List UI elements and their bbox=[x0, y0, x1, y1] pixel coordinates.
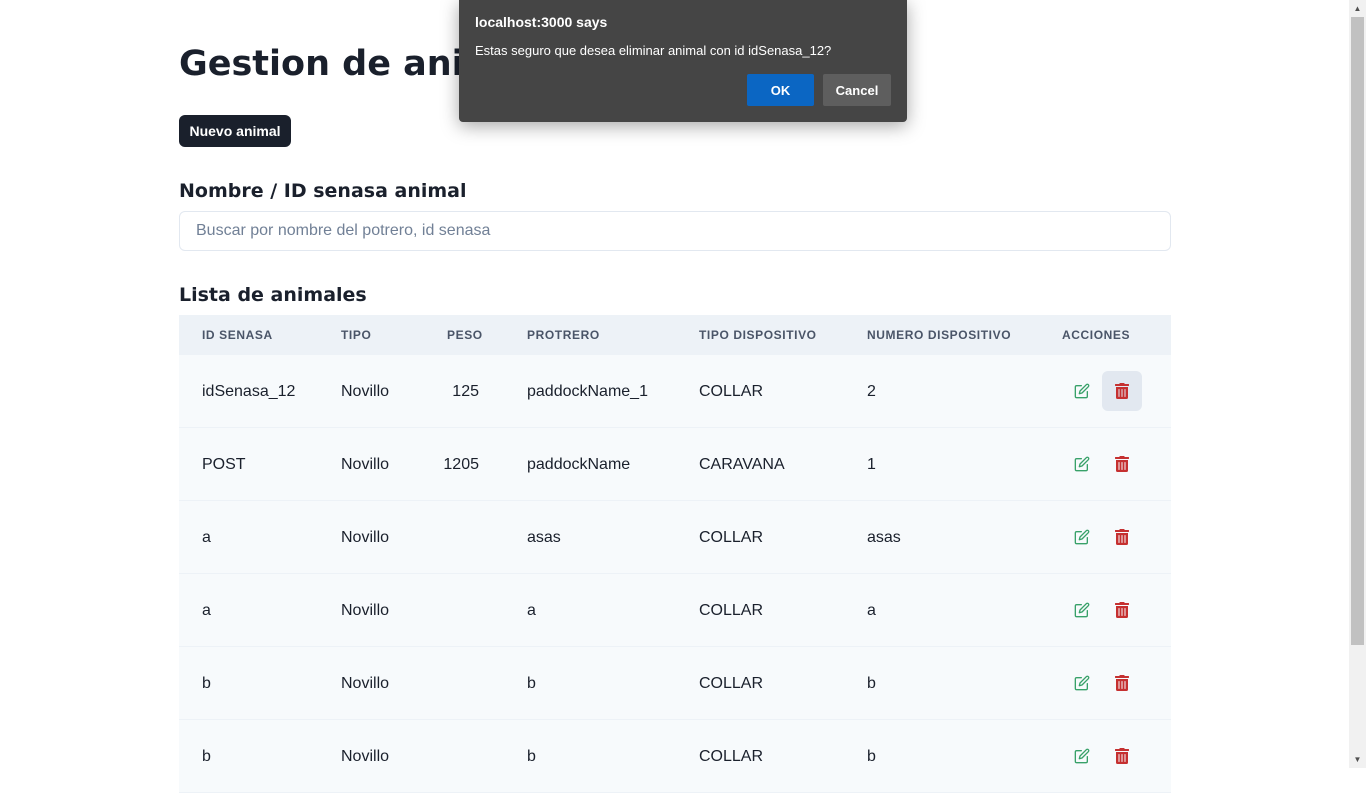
cell-numero-dispositivo: 1 bbox=[867, 456, 876, 473]
cell-id-senasa: b bbox=[202, 675, 211, 692]
delete-button[interactable] bbox=[1102, 590, 1142, 630]
table-body: idSenasa_12 Novillo 125 paddockName_1 COLLAR… bbox=[179, 355, 1171, 793]
edit-button[interactable] bbox=[1062, 736, 1102, 776]
cell-numero-dispositivo: b bbox=[867, 748, 876, 765]
cell-peso: 1205 bbox=[443, 456, 479, 473]
cell-tipo: Novillo bbox=[341, 383, 390, 400]
trash-icon bbox=[1115, 529, 1129, 545]
trash-icon bbox=[1115, 456, 1129, 472]
table-row: idSenasa_12 Novillo 125 paddockName_1 COLLAR… bbox=[179, 355, 1171, 428]
cell-id-senasa: a bbox=[202, 529, 211, 546]
delete-button[interactable] bbox=[1102, 517, 1142, 557]
edit-icon bbox=[1074, 383, 1090, 399]
cell-tipo-dispositivo: COLLAR bbox=[699, 602, 764, 619]
cell-numero-dispositivo: 2 bbox=[867, 383, 876, 400]
dialog-message: Estas seguro que desea eliminar animal c… bbox=[475, 43, 832, 58]
header-id-senasa: ID SENASA bbox=[202, 328, 273, 342]
header-acciones: ACCIONES bbox=[1062, 328, 1131, 342]
table-row: a Novillo a COLLAR a bbox=[179, 574, 1171, 647]
cell-potrero: paddockName_1 bbox=[527, 383, 648, 400]
cell-tipo-dispositivo: COLLAR bbox=[699, 748, 764, 765]
table-row: b Novillo b COLLAR b bbox=[179, 720, 1171, 793]
cell-peso: 125 bbox=[452, 383, 479, 400]
scroll-down-arrow-icon[interactable]: ▼ bbox=[1349, 751, 1366, 768]
cell-tipo: Novillo bbox=[341, 456, 390, 473]
trash-icon bbox=[1115, 602, 1129, 618]
dialog-title: localhost:3000 says bbox=[475, 14, 608, 30]
cell-tipo-dispositivo: COLLAR bbox=[699, 675, 764, 692]
delete-button[interactable] bbox=[1102, 444, 1142, 484]
cell-tipo: Novillo bbox=[341, 529, 390, 546]
trash-icon bbox=[1115, 748, 1129, 764]
table-row: POST Novillo 1205 paddockName CARAVANA 1 bbox=[179, 428, 1171, 501]
cell-numero-dispositivo: a bbox=[867, 602, 876, 619]
cell-numero-dispositivo: asas bbox=[867, 529, 901, 546]
cell-tipo-dispositivo: CARAVANA bbox=[699, 456, 785, 473]
animals-table: ID SENASA TIPO PESO PROTRERO TIPO DISPOS… bbox=[179, 315, 1171, 793]
cell-potrero: b bbox=[527, 675, 536, 692]
table-header: ID SENASA TIPO PESO PROTRERO TIPO DISPOS… bbox=[179, 315, 1171, 355]
cell-numero-dispositivo: b bbox=[867, 675, 876, 692]
edit-icon bbox=[1074, 456, 1090, 472]
edit-icon bbox=[1074, 675, 1090, 691]
cell-id-senasa: a bbox=[202, 602, 211, 619]
edit-button[interactable] bbox=[1062, 444, 1102, 484]
table-row: b Novillo b COLLAR b bbox=[179, 647, 1171, 720]
dialog-ok-button[interactable]: OK bbox=[747, 74, 814, 106]
cell-tipo: Novillo bbox=[341, 675, 390, 692]
cell-potrero: paddockName bbox=[527, 456, 631, 473]
header-tipo: TIPO bbox=[341, 328, 372, 342]
page-scrollbar[interactable]: ▲ ▼ bbox=[1349, 0, 1366, 768]
edit-icon bbox=[1074, 602, 1090, 618]
edit-icon bbox=[1074, 529, 1090, 545]
scroll-thumb[interactable] bbox=[1351, 17, 1364, 645]
search-label: Nombre / ID senasa animal bbox=[179, 180, 467, 202]
header-potrero: PROTRERO bbox=[527, 328, 600, 342]
cell-id-senasa: b bbox=[202, 748, 211, 765]
cell-id-senasa: idSenasa_12 bbox=[202, 383, 296, 400]
edit-icon bbox=[1074, 748, 1090, 764]
list-title: Lista de animales bbox=[179, 284, 367, 306]
trash-icon bbox=[1115, 383, 1129, 399]
edit-button[interactable] bbox=[1062, 590, 1102, 630]
delete-button[interactable] bbox=[1102, 736, 1142, 776]
cell-potrero: b bbox=[527, 748, 536, 765]
table-row: a Novillo asas COLLAR asas bbox=[179, 501, 1171, 574]
cell-tipo-dispositivo: COLLAR bbox=[699, 383, 764, 400]
edit-button[interactable] bbox=[1062, 663, 1102, 703]
confirm-dialog: localhost:3000 says Estas seguro que des… bbox=[459, 0, 907, 122]
cell-id-senasa: POST bbox=[202, 456, 246, 473]
header-peso: PESO bbox=[447, 328, 483, 342]
cell-tipo: Novillo bbox=[341, 748, 390, 765]
header-tipo-dispositivo: TIPO DISPOSITIVO bbox=[699, 328, 817, 342]
delete-button[interactable] bbox=[1102, 663, 1142, 703]
cell-tipo-dispositivo: COLLAR bbox=[699, 529, 764, 546]
cell-potrero: a bbox=[527, 602, 536, 619]
edit-button[interactable] bbox=[1062, 371, 1102, 411]
cell-tipo: Novillo bbox=[341, 602, 390, 619]
trash-icon bbox=[1115, 675, 1129, 691]
cell-potrero: asas bbox=[527, 529, 561, 546]
edit-button[interactable] bbox=[1062, 517, 1102, 557]
new-animal-button[interactable]: Nuevo animal bbox=[179, 115, 291, 147]
scroll-up-arrow-icon[interactable]: ▲ bbox=[1349, 0, 1366, 17]
delete-button[interactable] bbox=[1102, 371, 1142, 411]
dialog-cancel-button[interactable]: Cancel bbox=[823, 74, 891, 106]
search-input[interactable] bbox=[179, 211, 1171, 251]
header-numero-dispositivo: NUMERO DISPOSITIVO bbox=[867, 328, 1012, 342]
